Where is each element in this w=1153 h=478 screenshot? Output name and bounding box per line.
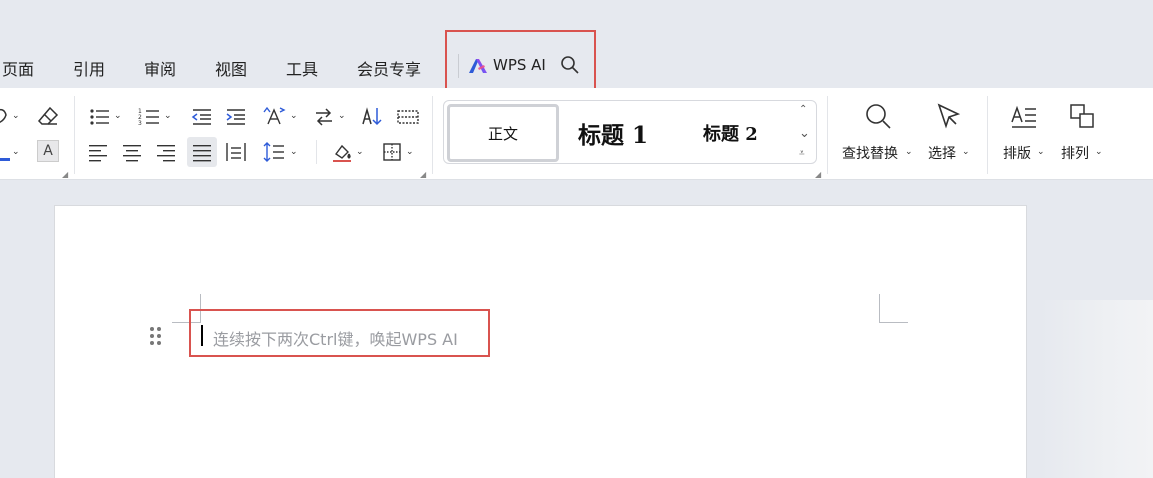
paragraph-drag-handle-icon[interactable] bbox=[150, 327, 162, 347]
decrease-indent-icon[interactable] bbox=[190, 105, 214, 129]
chevron-down-icon[interactable]: ⌄ bbox=[962, 147, 970, 157]
style-heading-2[interactable]: 标题 2 bbox=[703, 120, 758, 146]
grid-lines-icon[interactable] bbox=[396, 105, 420, 129]
gallery-up-icon[interactable]: ⌃ bbox=[799, 104, 807, 115]
find-replace-button[interactable]: 查找替换 bbox=[842, 143, 898, 163]
text-cursor bbox=[201, 325, 203, 346]
wps-ai-logo-icon[interactable] bbox=[468, 56, 488, 74]
chevron-down-icon[interactable]: ⌄ bbox=[338, 111, 346, 121]
margin-mark-top-right bbox=[879, 294, 880, 323]
chevron-down-icon[interactable]: ⌄ bbox=[114, 111, 122, 121]
paragraph-direction-icon[interactable] bbox=[312, 105, 336, 129]
tab-page[interactable]: 页面 bbox=[2, 56, 34, 80]
group-launcher-icon[interactable]: ◢ bbox=[420, 170, 426, 179]
tab-references[interactable]: 引用 bbox=[73, 56, 105, 80]
chevron-down-icon[interactable]: ⌄ bbox=[290, 147, 298, 157]
justify-icon[interactable] bbox=[190, 140, 214, 164]
chevron-down-icon[interactable]: ⌄ bbox=[12, 147, 20, 157]
style-normal-label: 正文 bbox=[487, 125, 518, 143]
chevron-down-icon[interactable]: ⌄ bbox=[290, 111, 298, 121]
arrange-icon[interactable] bbox=[1068, 102, 1098, 132]
font-color-icon[interactable] bbox=[0, 140, 12, 164]
find-replace-icon[interactable] bbox=[863, 101, 893, 131]
eraser-icon[interactable] bbox=[36, 104, 60, 128]
bullet-list-icon[interactable] bbox=[88, 105, 112, 129]
ribbon-divider bbox=[987, 96, 988, 174]
character-shading-icon[interactable]: A bbox=[37, 140, 59, 162]
svg-text:3: 3 bbox=[138, 120, 142, 127]
chevron-down-icon[interactable]: ⌄ bbox=[406, 147, 414, 157]
arrange-button[interactable]: 排列 bbox=[1061, 143, 1089, 163]
margin-mark-top-right bbox=[879, 322, 908, 323]
ai-hint-placeholder: 连续按下两次Ctrl键，唤起WPS AI bbox=[213, 330, 458, 349]
gallery-more-icon[interactable]: ⩡ bbox=[799, 148, 805, 159]
sort-icon[interactable] bbox=[360, 104, 384, 128]
ribbon-divider bbox=[74, 96, 75, 174]
line-spacing-icon[interactable] bbox=[262, 140, 286, 164]
align-left-icon[interactable] bbox=[86, 140, 110, 164]
tab-tools[interactable]: 工具 bbox=[286, 56, 318, 80]
group-launcher-icon[interactable]: ◢ bbox=[815, 170, 821, 179]
numbered-list-icon[interactable]: 123 bbox=[138, 105, 162, 129]
style-heading-1[interactable]: 标题 1 bbox=[578, 116, 648, 150]
align-right-icon[interactable] bbox=[154, 140, 178, 164]
ribbon-divider bbox=[432, 96, 433, 174]
tab-view[interactable]: 视图 bbox=[215, 56, 247, 80]
font-style-icon[interactable] bbox=[0, 105, 12, 129]
chevron-down-icon[interactable]: ⌄ bbox=[12, 111, 20, 121]
layout-icon[interactable] bbox=[1009, 102, 1039, 132]
chevron-down-icon[interactable]: ⌄ bbox=[905, 147, 913, 157]
chevron-down-icon[interactable]: ⌄ bbox=[164, 111, 172, 121]
wps-ai-tab[interactable]: WPS AI bbox=[493, 56, 546, 74]
distribute-icon[interactable] bbox=[224, 140, 248, 164]
group-launcher-icon[interactable]: ◢ bbox=[62, 170, 68, 179]
ribbon-divider bbox=[316, 140, 317, 164]
chevron-down-icon[interactable]: ⌄ bbox=[1095, 147, 1103, 157]
ribbon-divider bbox=[827, 96, 828, 174]
layout-button[interactable]: 排版 bbox=[1003, 143, 1031, 163]
chevron-down-icon[interactable]: ⌄ bbox=[1037, 147, 1045, 157]
chevron-down-icon[interactable]: ⌄ bbox=[356, 147, 364, 157]
search-icon[interactable] bbox=[560, 55, 580, 75]
tab-review[interactable]: 审阅 bbox=[144, 56, 176, 80]
style-normal[interactable]: 正文 bbox=[447, 104, 559, 162]
tab-member[interactable]: 会员专享 bbox=[357, 56, 421, 80]
select-button[interactable]: 选择 bbox=[928, 143, 956, 163]
gallery-down-icon[interactable]: ⌄ bbox=[799, 126, 810, 141]
text-direction-icon[interactable] bbox=[262, 104, 288, 128]
paragraph-shading-icon[interactable] bbox=[330, 140, 354, 164]
align-center-icon[interactable] bbox=[120, 140, 144, 164]
tab-bar: 页面 引用 审阅 视图 工具 会员专享 WPS AI bbox=[0, 0, 1153, 91]
cursor-arrow-icon[interactable] bbox=[934, 101, 964, 131]
increase-indent-icon[interactable] bbox=[224, 105, 248, 129]
workspace-background bbox=[1040, 300, 1153, 478]
borders-icon[interactable] bbox=[380, 140, 404, 164]
